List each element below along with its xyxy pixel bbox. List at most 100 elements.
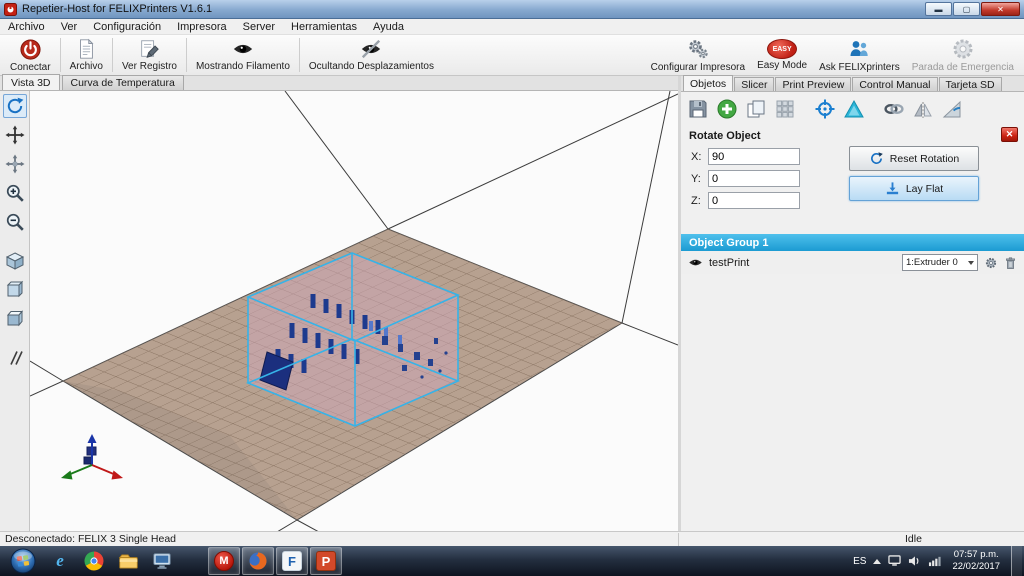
pan-view-button[interactable] [3, 123, 27, 147]
close-button[interactable]: ✕ [981, 2, 1020, 16]
toggle-log-button[interactable]: Ver Registro [116, 36, 183, 74]
taskbar-clock[interactable]: 07:57 p.m. 22/02/2017 [948, 549, 1004, 573]
lay-flat-button[interactable]: Lay Flat [849, 176, 979, 201]
tab-vista-3d[interactable]: Vista 3D [2, 74, 60, 90]
reset-rotation-icon [869, 151, 884, 166]
ask-felixprinters-label: Ask FELIXprinters [819, 62, 900, 73]
taskbar-icon-firefox[interactable] [242, 547, 274, 575]
connect-button[interactable]: Conectar [4, 36, 57, 74]
tab-control-manual[interactable]: Control Manual [852, 77, 937, 91]
status-separator [678, 533, 679, 546]
eye-icon [232, 38, 254, 60]
printer-settings-button[interactable]: Configurar Impresora [645, 36, 751, 74]
rotate-view-icon [5, 96, 25, 116]
taskbar-icon-ie[interactable]: e [44, 547, 76, 575]
hide-travel-button[interactable]: Ocultando Desplazamientos [303, 36, 440, 74]
front-view-button[interactable] [3, 278, 27, 302]
tab-curva-temperatura[interactable]: Curva de Temperatura [62, 75, 184, 90]
taskbar-icon-makerbot[interactable]: M [208, 547, 240, 575]
panel-tab-strip: Objetos Slicer Print Preview Control Man… [681, 76, 1024, 92]
viewport-3d[interactable] [30, 91, 678, 531]
easy-mode-button[interactable]: EASY Easy Mode [751, 36, 813, 74]
network-icon[interactable] [928, 555, 941, 567]
menu-herramientas[interactable]: Herramientas [283, 20, 365, 34]
show-desktop-button[interactable] [1011, 546, 1022, 576]
tab-print-preview[interactable]: Print Preview [775, 77, 851, 91]
group-objects-button[interactable] [881, 96, 907, 122]
connect-label: Conectar [10, 62, 51, 73]
taskbar-icon-media[interactable] [146, 547, 178, 575]
add-object-button[interactable] [714, 96, 740, 122]
start-button[interactable] [4, 547, 42, 575]
copy-object-button[interactable] [743, 96, 769, 122]
connection-status: Desconectado: FELIX 3 Single Head [0, 533, 176, 545]
window-title: Repetier-Host for FELIXPrinters V1.6.1 [22, 3, 212, 15]
taskbar-icon-folder[interactable] [112, 547, 144, 575]
menu-configuracion[interactable]: Configuración [85, 20, 169, 34]
menu-ver[interactable]: Ver [53, 20, 86, 34]
rotate-panel-title: Rotate Object [681, 130, 761, 142]
center-object-icon [814, 98, 836, 120]
tab-slicer[interactable]: Slicer [734, 77, 774, 91]
tab-tarjeta-sd[interactable]: Tarjeta SD [939, 77, 1002, 91]
object-group-header[interactable]: Object Group 1 [681, 234, 1024, 251]
save-button[interactable] [685, 96, 711, 122]
center-object-button[interactable] [812, 96, 838, 122]
object-visibility-icon[interactable] [688, 257, 703, 268]
object-analysis-button[interactable] [939, 96, 965, 122]
volume-icon[interactable] [908, 555, 921, 567]
felix-app-icon: F [282, 551, 302, 571]
object-row[interactable]: testPrint 1:Extruder 0 [681, 251, 1024, 274]
rotate-z-label: Z: [691, 195, 703, 207]
extruder-value: 1:Extruder 0 [906, 257, 966, 268]
delete-object-icon[interactable] [1004, 256, 1017, 270]
eye-slash-icon [360, 38, 382, 60]
save-icon [687, 98, 709, 120]
maximize-button[interactable]: ▢ [953, 2, 980, 16]
zoom-in-icon [5, 183, 25, 203]
zoom-in-button[interactable] [3, 181, 27, 205]
zoom-out-button[interactable] [3, 210, 27, 234]
rotate-x-input[interactable] [708, 148, 800, 165]
taskbar-icon-felix[interactable]: F [276, 547, 308, 575]
taskbar-icon-chrome[interactable] [78, 547, 110, 575]
object-settings-icon[interactable] [984, 256, 998, 270]
extruder-dropdown[interactable]: 1:Extruder 0 [902, 254, 978, 271]
menu-impresora[interactable]: Impresora [169, 20, 235, 34]
folder-icon [118, 553, 139, 570]
tab-objetos[interactable]: Objetos [683, 75, 733, 91]
rotate-z-input[interactable] [708, 192, 800, 209]
hidden-icons-arrow[interactable] [873, 559, 881, 564]
show-filament-button[interactable]: Mostrando Filamento [190, 36, 296, 74]
parallel-projection-button[interactable] [3, 346, 27, 370]
close-rotate-panel-button[interactable]: ✕ [1001, 127, 1018, 142]
reset-rotation-button[interactable]: Reset Rotation [849, 146, 979, 171]
rotate-y-row: Y: [691, 170, 800, 187]
log-pencil-icon [138, 38, 160, 60]
taskbar-icon-powerpoint[interactable]: P [310, 547, 342, 575]
people-icon [847, 37, 871, 61]
powerpoint-icon: P [316, 551, 336, 571]
move-object-button[interactable] [3, 152, 27, 176]
rotate-panel-header: Rotate Object ✕ [681, 126, 1024, 146]
top-view-button[interactable] [3, 307, 27, 331]
autoposition-button[interactable] [772, 96, 798, 122]
titlebar[interactable]: Repetier-Host for FELIXPrinters V1.6.1 ▬… [0, 0, 1024, 19]
makerbot-icon: M [214, 551, 234, 571]
iso-view-button[interactable] [3, 249, 27, 273]
rotate-x-row: X: [691, 148, 800, 165]
rotate-view-button[interactable] [3, 94, 27, 118]
language-indicator[interactable]: ES [853, 556, 866, 567]
rotate-y-input[interactable] [708, 170, 800, 187]
scale-object-button[interactable] [841, 96, 867, 122]
menu-archivo[interactable]: Archivo [0, 20, 53, 34]
minimize-button[interactable]: ▬ [925, 2, 952, 16]
printer-state: Idle [905, 533, 922, 545]
iso-view-icon [5, 251, 25, 271]
ask-felixprinters-button[interactable]: Ask FELIXprinters [813, 36, 906, 74]
mirror-object-button[interactable] [910, 96, 936, 122]
tray-monitor-icon[interactable] [888, 555, 901, 567]
load-file-button[interactable]: Archivo [64, 36, 109, 74]
menu-ayuda[interactable]: Ayuda [365, 20, 412, 34]
menu-server[interactable]: Server [235, 20, 283, 34]
